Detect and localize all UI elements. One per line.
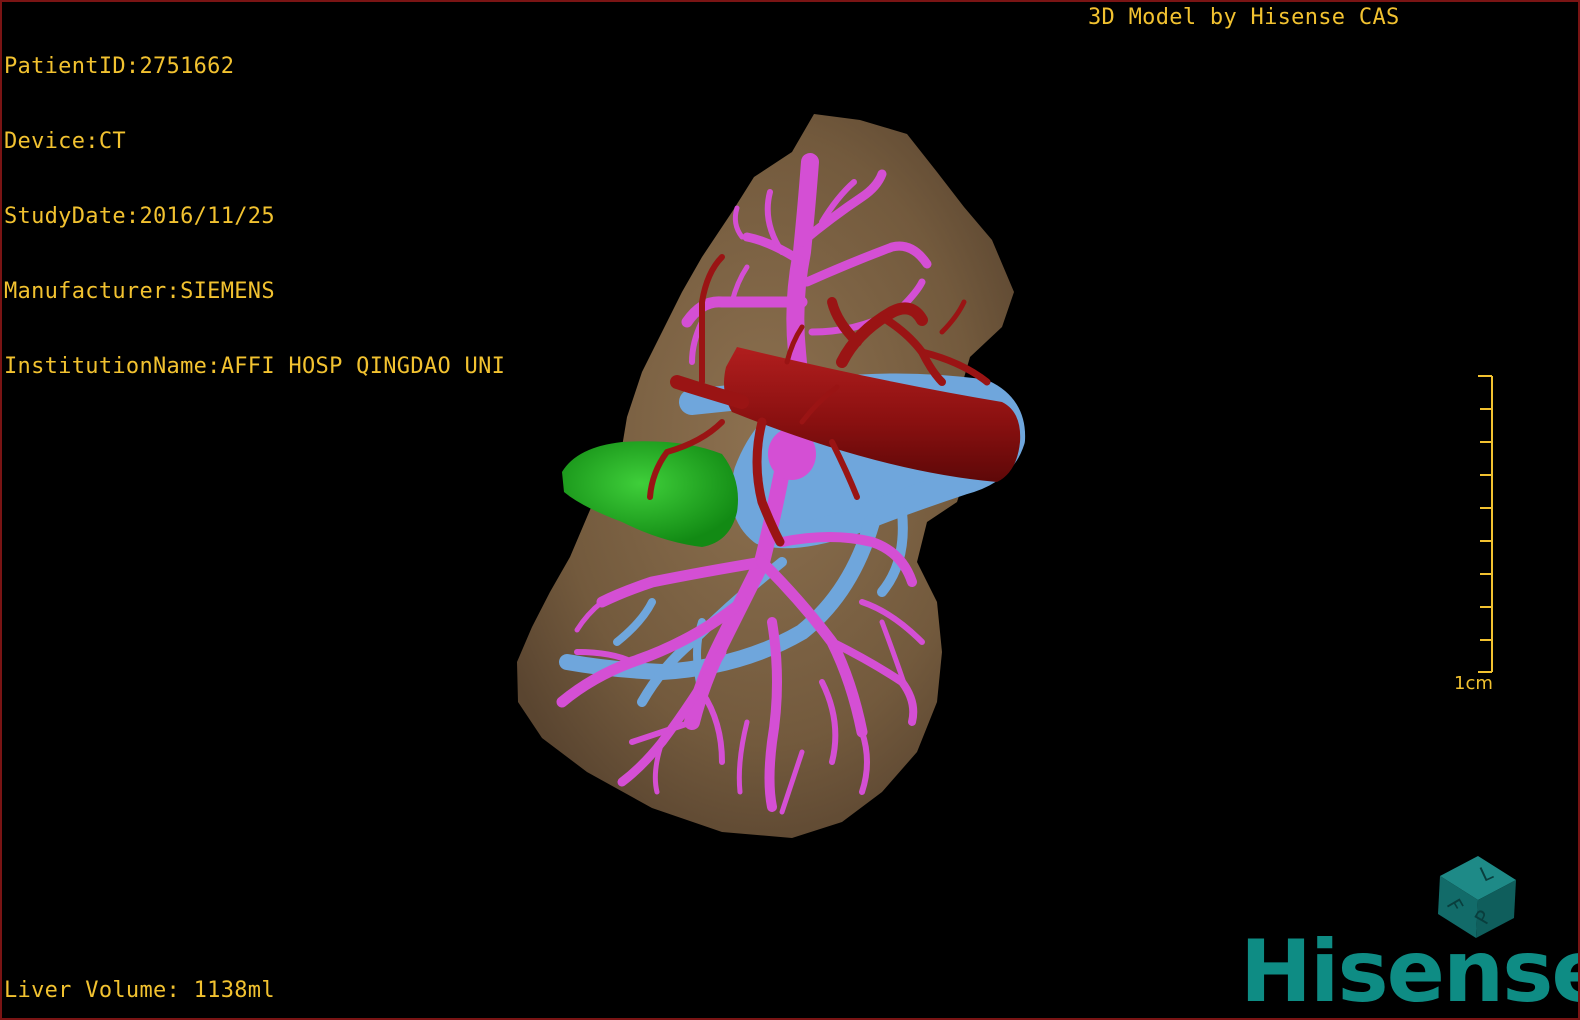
liver-volume: Liver Volume: 1138ml — [4, 978, 275, 1003]
scale-label: 1cm — [1454, 673, 1493, 694]
device: Device:CT — [4, 129, 126, 154]
model-credit: 3D Model by Hisense CAS — [1088, 5, 1400, 30]
study-date: StudyDate:2016/11/25 — [4, 204, 275, 229]
scale-bar-icon — [1478, 375, 1493, 673]
hisense-logo: Hisense — [1240, 922, 1580, 1020]
patient-info-panel: PatientID:2751662 Device:CT StudyDate:20… — [4, 4, 505, 429]
patient-id: PatientID:2751662 — [4, 54, 235, 79]
institution-name: InstitutionName:AFFI HOSP QINGDAO UNI — [4, 354, 506, 379]
3d-viewport[interactable]: PatientID:2751662 Device:CT StudyDate:20… — [0, 0, 1580, 1020]
manufacturer: Manufacturer:SIEMENS — [4, 279, 275, 304]
